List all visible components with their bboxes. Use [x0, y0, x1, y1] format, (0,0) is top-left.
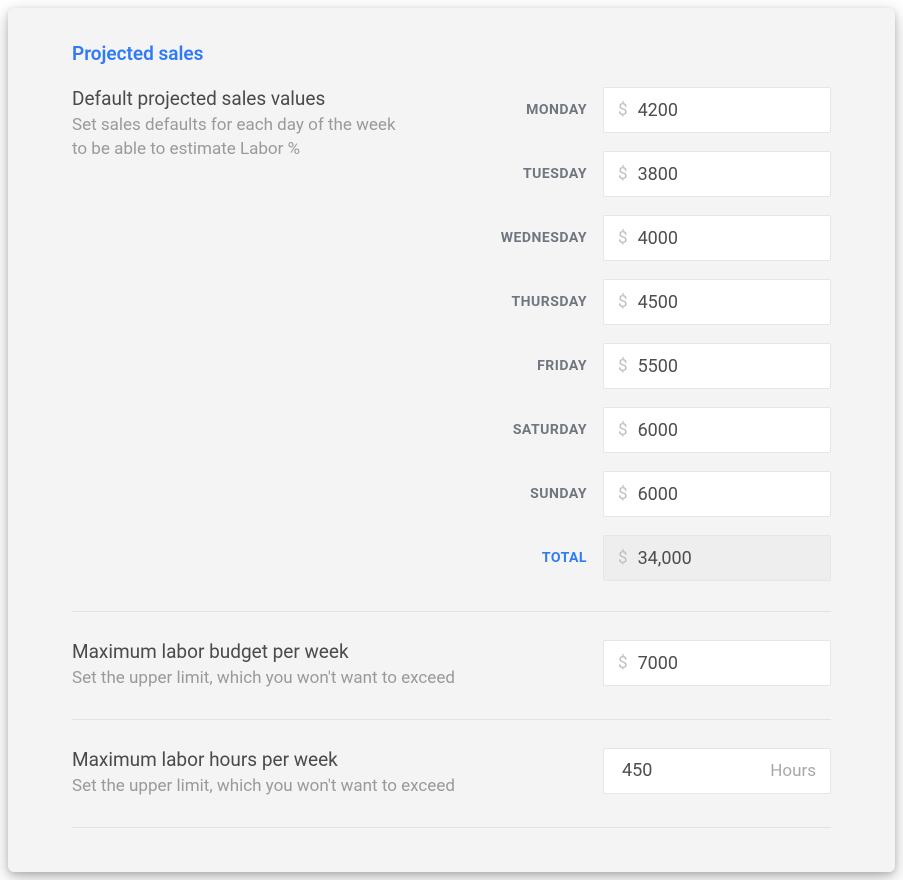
- day-input-sunday[interactable]: [638, 472, 830, 516]
- max-budget-heading: Maximum labor budget per week: [72, 640, 455, 663]
- currency-icon: $: [604, 292, 638, 312]
- day-input-saturday[interactable]: [638, 408, 830, 452]
- day-input-wrap-tuesday[interactable]: $: [603, 151, 831, 197]
- max-hours-subtitle: Set the upper limit, which you won't wan…: [72, 775, 455, 799]
- currency-icon: $: [604, 228, 638, 248]
- day-row-tuesday: TUESDAY $: [501, 151, 831, 197]
- total-label: TOTAL: [542, 550, 587, 566]
- day-input-wednesday[interactable]: [638, 216, 830, 260]
- section-title: Projected sales: [72, 42, 831, 65]
- currency-icon: $: [604, 356, 638, 376]
- max-hours-input[interactable]: [604, 749, 770, 793]
- day-label-tuesday: TUESDAY: [523, 166, 587, 182]
- day-input-thursday[interactable]: [638, 280, 830, 324]
- max-budget-block: Maximum labor budget per week Set the up…: [72, 612, 831, 720]
- day-row-saturday: SATURDAY $: [501, 407, 831, 453]
- max-budget-subtitle: Set the upper limit, which you won't wan…: [72, 667, 455, 691]
- day-input-wrap-monday[interactable]: $: [603, 87, 831, 133]
- day-input-wrap-saturday[interactable]: $: [603, 407, 831, 453]
- projected-sales-block: Default projected sales values Set sales…: [72, 87, 831, 612]
- projected-sales-subtitle: Set sales defaults for each day of the w…: [72, 114, 402, 162]
- max-budget-description: Maximum labor budget per week Set the up…: [72, 640, 455, 691]
- currency-icon: $: [604, 420, 638, 440]
- day-row-wednesday: WEDNESDAY $: [501, 215, 831, 261]
- total-value: 34,000: [638, 548, 692, 569]
- day-label-wednesday: WEDNESDAY: [501, 230, 587, 246]
- max-hours-block: Maximum labor hours per week Set the upp…: [72, 720, 831, 828]
- day-label-friday: FRIDAY: [537, 358, 587, 374]
- day-fields: MONDAY $ TUESDAY $ WEDNESDAY $: [501, 87, 831, 581]
- day-label-saturday: SATURDAY: [513, 422, 587, 438]
- day-row-monday: MONDAY $: [501, 87, 831, 133]
- day-row-friday: FRIDAY $: [501, 343, 831, 389]
- day-row-total: TOTAL $ 34,000: [501, 535, 831, 581]
- max-hours-description: Maximum labor hours per week Set the upp…: [72, 748, 455, 799]
- day-input-wrap-thursday[interactable]: $: [603, 279, 831, 325]
- day-input-friday[interactable]: [638, 344, 830, 388]
- total-display: $ 34,000: [603, 535, 831, 581]
- projected-sales-description: Default projected sales values Set sales…: [72, 87, 402, 162]
- day-input-wrap-wednesday[interactable]: $: [603, 215, 831, 261]
- projected-sales-heading: Default projected sales values: [72, 87, 402, 110]
- max-budget-input-wrap[interactable]: $: [603, 640, 831, 686]
- day-input-monday[interactable]: [638, 88, 830, 132]
- max-hours-heading: Maximum labor hours per week: [72, 748, 455, 771]
- max-budget-input[interactable]: [638, 641, 830, 685]
- day-row-thursday: THURSDAY $: [501, 279, 831, 325]
- day-label-thursday: THURSDAY: [511, 294, 587, 310]
- day-label-sunday: SUNDAY: [530, 486, 587, 502]
- currency-icon: $: [604, 164, 638, 184]
- currency-icon: $: [604, 484, 638, 504]
- day-input-wrap-friday[interactable]: $: [603, 343, 831, 389]
- day-input-tuesday[interactable]: [638, 152, 830, 196]
- currency-icon: $: [604, 548, 638, 568]
- day-row-sunday: SUNDAY $: [501, 471, 831, 517]
- hours-suffix: Hours: [770, 761, 830, 781]
- max-hours-input-wrap[interactable]: Hours: [603, 748, 831, 794]
- day-label-monday: MONDAY: [526, 102, 587, 118]
- settings-card: Projected sales Default projected sales …: [8, 8, 895, 872]
- currency-icon: $: [604, 100, 638, 120]
- currency-icon: $: [604, 653, 638, 673]
- day-input-wrap-sunday[interactable]: $: [603, 471, 831, 517]
